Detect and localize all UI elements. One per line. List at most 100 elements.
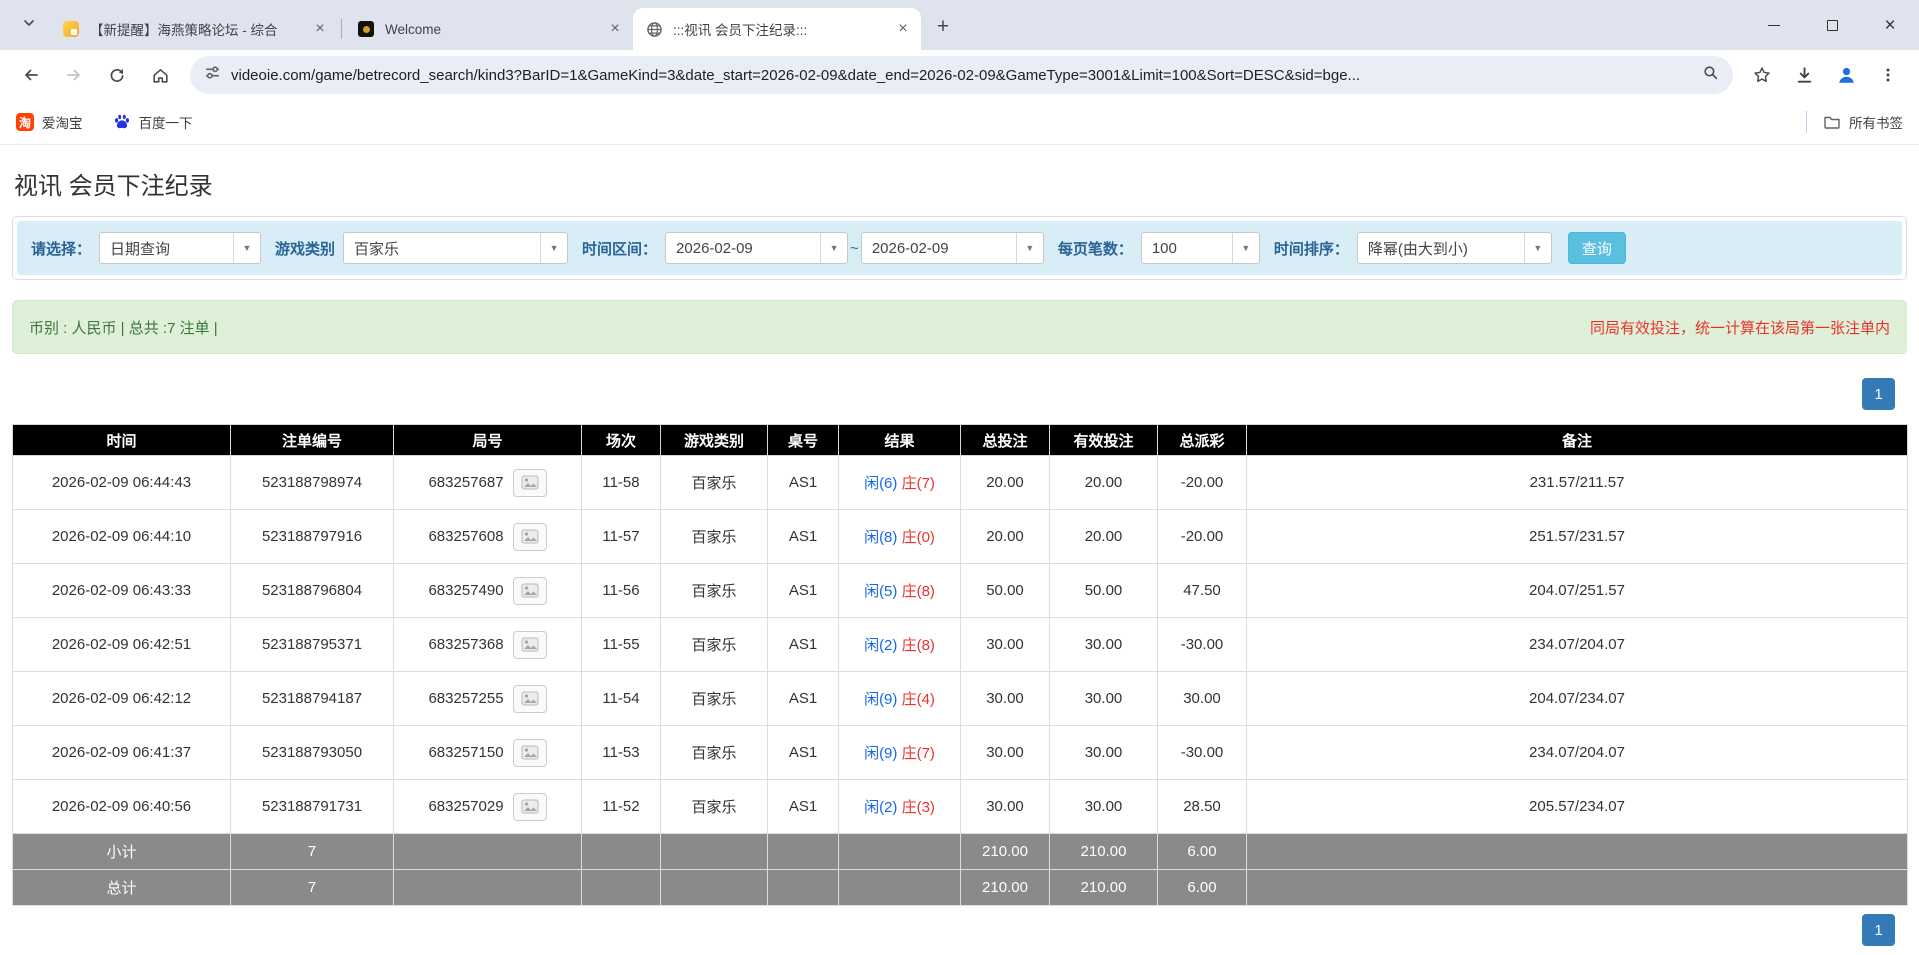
profile-button[interactable] (1827, 56, 1865, 94)
cell-result: 闲(6) 庄(7) (838, 455, 961, 510)
round-image-button[interactable] (512, 630, 547, 659)
cell-valid-bet: 20.00 (1049, 509, 1158, 564)
menu-button[interactable] (1869, 56, 1907, 94)
cell-result: 闲(5) 庄(8) (838, 563, 961, 618)
tab-close-icon[interactable]: × (893, 19, 913, 39)
downloads-button[interactable] (1785, 56, 1823, 94)
kebab-menu-icon (1886, 68, 1890, 82)
date-range-label: 时间区间： (582, 240, 658, 258)
cell-session: 11-54 (581, 671, 661, 726)
tab-forum[interactable]: 【新提醒】海燕策略论坛 - 综合 × (50, 8, 338, 50)
cell-game: 百家乐 (660, 617, 768, 672)
time-sort-select[interactable]: 降幂(由大到小) ▼ (1356, 232, 1552, 264)
time-sort-label: 时间排序： (1273, 240, 1349, 258)
picture-icon (521, 583, 539, 598)
date-end-select[interactable]: 2026-02-09 ▼ (860, 232, 1044, 264)
cell-round: 683257687 (393, 455, 582, 510)
cell-total-bet[interactable]: 20.00 (960, 509, 1050, 564)
bookmark-star-button[interactable] (1743, 56, 1781, 94)
chevron-down-icon (22, 16, 36, 35)
date-start-select[interactable]: 2026-02-09 ▼ (665, 232, 849, 264)
tab-bar: 【新提醒】海燕策略论坛 - 综合 × Welcome × :::视讯 会员下注纪… (0, 0, 1919, 50)
cell-note: 234.07/204.07 (1246, 725, 1908, 780)
page-size-select[interactable]: 100 ▼ (1140, 232, 1260, 264)
window-minimize-button[interactable] (1745, 0, 1803, 50)
sum-valid-bet: 210.00 (1049, 869, 1158, 906)
round-image-button[interactable] (512, 738, 547, 767)
round-image-button[interactable] (512, 684, 547, 713)
query-mode-select[interactable]: 日期查询 ▼ (99, 232, 262, 264)
game-type-label: 游戏类别 (275, 240, 336, 258)
cell-note: 231.57/211.57 (1246, 455, 1908, 510)
cell-total-bet[interactable]: 30.00 (960, 617, 1050, 672)
search-lens-icon[interactable] (1702, 64, 1719, 86)
cell-total-bet[interactable]: 50.00 (960, 563, 1050, 618)
bookmark-baidu[interactable]: 百度一下 (113, 112, 193, 132)
cell-valid-bet: 30.00 (1049, 779, 1158, 834)
tab-close-icon[interactable]: × (310, 19, 330, 39)
round-image-button[interactable] (512, 522, 547, 551)
cell-total-bet[interactable]: 30.00 (960, 779, 1050, 834)
bet-row: 2026-02-09 06:43:33 523188796804 6832574… (12, 563, 1908, 618)
tab-bet-records[interactable]: :::视讯 会员下注纪录::: × (633, 8, 921, 50)
filter-bar: 请选择： 日期查询 ▼ 游戏类别 百家乐 ▼ 时间区间： 2026-02-09 … (17, 221, 1902, 275)
forward-button[interactable] (55, 56, 93, 94)
cell-session: 11-55 (581, 617, 661, 672)
window-maximize-button[interactable] (1803, 0, 1861, 50)
cell-bet-id: 523188794187 (230, 671, 394, 726)
page-1-button[interactable]: 1 (1862, 378, 1895, 410)
tab-separator (341, 19, 342, 39)
cell-bet-id: 523188797916 (230, 509, 394, 564)
page-title: 视讯 会员下注纪录 (14, 173, 213, 200)
cell-bet-id: 523188791731 (230, 779, 394, 834)
tab-close-icon[interactable]: × (605, 19, 625, 39)
picture-icon (521, 799, 539, 814)
tab-search-button[interactable] (12, 8, 46, 42)
sum-payout: 6.00 (1157, 833, 1247, 870)
round-image-button[interactable] (512, 576, 547, 605)
cell-round: 683257029 (393, 779, 582, 834)
cell-valid-bet: 20.00 (1049, 455, 1158, 510)
cell-payout: 47.50 (1157, 563, 1247, 618)
site-info-icon[interactable] (204, 64, 221, 86)
cell-game: 百家乐 (660, 671, 768, 726)
browser-window: 【新提醒】海燕策略论坛 - 综合 × Welcome × :::视讯 会员下注纪… (0, 0, 1919, 145)
page-1-button[interactable]: 1 (1862, 914, 1895, 946)
window-close-button[interactable]: × (1861, 0, 1919, 50)
cell-result: 闲(2) 庄(8) (838, 617, 961, 672)
cell-table: AS1 (767, 725, 839, 780)
bookmark-taobao[interactable]: 淘 爱淘宝 (16, 112, 83, 132)
column-header: 有效投注 (1049, 424, 1158, 456)
chevron-down-icon: ▼ (1231, 233, 1259, 263)
bet-row: 2026-02-09 06:44:10 523188797916 6832576… (12, 509, 1908, 564)
round-image-button[interactable] (512, 468, 547, 497)
cell-total-bet[interactable]: 30.00 (960, 725, 1050, 780)
reload-button[interactable] (98, 56, 136, 94)
picture-icon (521, 475, 539, 490)
all-bookmarks-label: 所有书签 (1849, 116, 1903, 131)
home-button[interactable] (141, 56, 179, 94)
column-header: 桌号 (767, 424, 839, 456)
page-size-label: 每页笔数： (1057, 240, 1133, 258)
cell-total-bet[interactable]: 20.00 (960, 455, 1050, 510)
bookmarks-divider (1806, 111, 1807, 133)
cell-time: 2026-02-09 06:40:56 (12, 779, 231, 834)
round-image-button[interactable] (512, 792, 547, 821)
profile-icon (1838, 67, 1854, 83)
cell-valid-bet: 30.00 (1049, 617, 1158, 672)
picture-icon (521, 529, 539, 544)
cell-round: 683257150 (393, 725, 582, 780)
tab-welcome[interactable]: Welcome × (345, 8, 633, 50)
search-button[interactable]: 查询 (1567, 232, 1626, 264)
cell-valid-bet: 50.00 (1049, 563, 1158, 618)
new-tab-button[interactable]: + (927, 11, 959, 43)
sum-label: 小计 (12, 833, 231, 870)
game-type-select[interactable]: 百家乐 ▼ (343, 232, 569, 264)
cell-total-bet[interactable]: 30.00 (960, 671, 1050, 726)
back-button[interactable] (12, 56, 50, 94)
all-bookmarks[interactable]: 所有书签 (1806, 111, 1903, 133)
arrow-left-icon (25, 69, 38, 81)
address-bar[interactable]: videoie.com/game/betrecord_search/kind3?… (190, 56, 1733, 94)
picture-icon (521, 691, 539, 706)
picture-icon (521, 637, 539, 652)
